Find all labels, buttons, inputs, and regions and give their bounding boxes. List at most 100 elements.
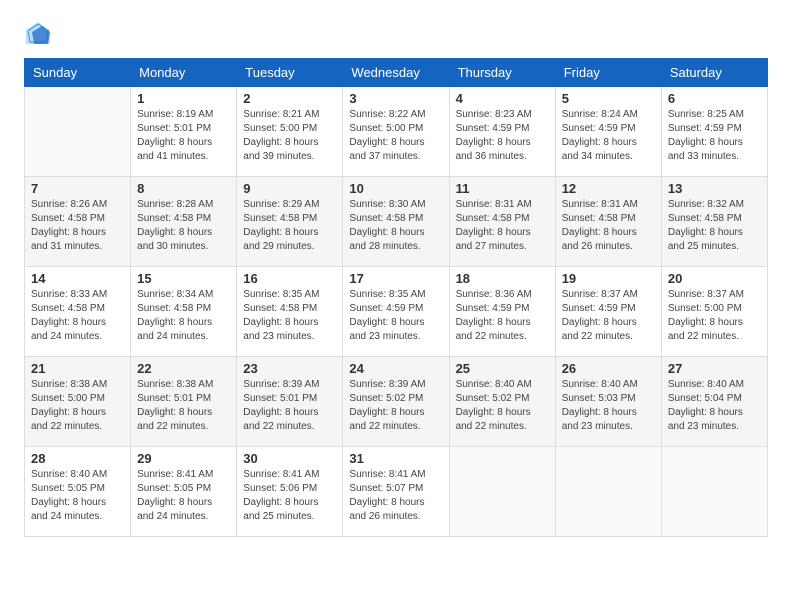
day-info: Sunrise: 8:37 AMSunset: 5:00 PMDaylight:… <box>668 288 761 344</box>
day-number: 11 <box>456 181 549 196</box>
calendar-week-row: 7Sunrise: 8:26 AMSunset: 4:58 PMDaylight… <box>25 177 768 267</box>
day-number: 19 <box>562 271 655 286</box>
day-info: Sunrise: 8:26 AMSunset: 4:58 PMDaylight:… <box>31 198 124 254</box>
day-number: 21 <box>31 361 124 376</box>
calendar-table: SundayMondayTuesdayWednesdayThursdayFrid… <box>24 58 768 537</box>
calendar-cell: 4 Sunrise: 8:23 AMSunset: 4:59 PMDaylight… <box>449 87 555 177</box>
day-number: 15 <box>137 271 230 286</box>
calendar-cell: 9 Sunrise: 8:29 AMSunset: 4:58 PMDaylight… <box>237 177 343 267</box>
day-number: 28 <box>31 451 124 466</box>
day-number: 9 <box>243 181 336 196</box>
calendar-cell <box>661 447 767 537</box>
header <box>24 20 768 48</box>
day-number: 20 <box>668 271 761 286</box>
calendar-header-row: SundayMondayTuesdayWednesdayThursdayFrid… <box>25 59 768 87</box>
calendar-week-row: 21 Sunrise: 8:38 AMSunset: 5:00 PMDayligh… <box>25 357 768 447</box>
calendar-cell <box>555 447 661 537</box>
calendar-col-sunday: Sunday <box>25 59 131 87</box>
day-number: 4 <box>456 91 549 106</box>
day-number: 18 <box>456 271 549 286</box>
calendar-cell: 31 Sunrise: 8:41 AMSunset: 5:07 PMDayligh… <box>343 447 449 537</box>
day-info: Sunrise: 8:24 AMSunset: 4:59 PMDaylight:… <box>562 108 655 164</box>
logo <box>24 20 56 48</box>
day-info: Sunrise: 8:34 AMSunset: 4:58 PMDaylight:… <box>137 288 230 344</box>
day-info: Sunrise: 8:40 AMSunset: 5:04 PMDaylight:… <box>668 378 761 434</box>
day-info: Sunrise: 8:23 AMSunset: 4:59 PMDaylight:… <box>456 108 549 164</box>
calendar-week-row: 28 Sunrise: 8:40 AMSunset: 5:05 PMDayligh… <box>25 447 768 537</box>
calendar-cell: 17 Sunrise: 8:35 AMSunset: 4:59 PMDayligh… <box>343 267 449 357</box>
calendar-col-friday: Friday <box>555 59 661 87</box>
day-info: Sunrise: 8:22 AMSunset: 5:00 PMDaylight:… <box>349 108 442 164</box>
calendar-cell: 29 Sunrise: 8:41 AMSunset: 5:05 PMDayligh… <box>131 447 237 537</box>
calendar-cell: 14 Sunrise: 8:33 AMSunset: 4:58 PMDayligh… <box>25 267 131 357</box>
day-info: Sunrise: 8:35 AMSunset: 4:59 PMDaylight:… <box>349 288 442 344</box>
day-info: Sunrise: 8:33 AMSunset: 4:58 PMDaylight:… <box>31 288 124 344</box>
logo-icon <box>24 20 52 48</box>
calendar-cell <box>25 87 131 177</box>
day-number: 14 <box>31 271 124 286</box>
day-info: Sunrise: 8:29 AMSunset: 4:58 PMDaylight:… <box>243 198 336 254</box>
calendar-cell: 22 Sunrise: 8:38 AMSunset: 5:01 PMDayligh… <box>131 357 237 447</box>
calendar-cell: 27 Sunrise: 8:40 AMSunset: 5:04 PMDayligh… <box>661 357 767 447</box>
day-number: 31 <box>349 451 442 466</box>
day-info: Sunrise: 8:40 AMSunset: 5:05 PMDaylight:… <box>31 468 124 524</box>
day-info: Sunrise: 8:36 AMSunset: 4:59 PMDaylight:… <box>456 288 549 344</box>
day-number: 10 <box>349 181 442 196</box>
calendar-col-thursday: Thursday <box>449 59 555 87</box>
day-info: Sunrise: 8:35 AMSunset: 4:58 PMDaylight:… <box>243 288 336 344</box>
day-number: 3 <box>349 91 442 106</box>
day-number: 25 <box>456 361 549 376</box>
day-info: Sunrise: 8:30 AMSunset: 4:58 PMDaylight:… <box>349 198 442 254</box>
day-info: Sunrise: 8:40 AMSunset: 5:02 PMDaylight:… <box>456 378 549 434</box>
calendar-cell: 12Sunrise: 8:31 AMSunset: 4:58 PMDayligh… <box>555 177 661 267</box>
day-number: 16 <box>243 271 336 286</box>
day-number: 17 <box>349 271 442 286</box>
day-number: 1 <box>137 91 230 106</box>
calendar-cell <box>449 447 555 537</box>
day-info: Sunrise: 8:39 AMSunset: 5:02 PMDaylight:… <box>349 378 442 434</box>
day-number: 22 <box>137 361 230 376</box>
day-info: Sunrise: 8:39 AMSunset: 5:01 PMDaylight:… <box>243 378 336 434</box>
calendar-cell: 28 Sunrise: 8:40 AMSunset: 5:05 PMDayligh… <box>25 447 131 537</box>
calendar-cell: 1 Sunrise: 8:19 AMSunset: 5:01 PMDaylight… <box>131 87 237 177</box>
calendar-cell: 21 Sunrise: 8:38 AMSunset: 5:00 PMDayligh… <box>25 357 131 447</box>
calendar-cell: 7Sunrise: 8:26 AMSunset: 4:58 PMDaylight… <box>25 177 131 267</box>
calendar-cell: 23 Sunrise: 8:39 AMSunset: 5:01 PMDayligh… <box>237 357 343 447</box>
day-number: 29 <box>137 451 230 466</box>
calendar-cell: 13Sunrise: 8:32 AMSunset: 4:58 PMDayligh… <box>661 177 767 267</box>
day-number: 27 <box>668 361 761 376</box>
calendar-cell: 2Sunrise: 8:21 AMSunset: 5:00 PMDaylight… <box>237 87 343 177</box>
day-info: Sunrise: 8:31 AMSunset: 4:58 PMDaylight:… <box>456 198 549 254</box>
day-info: Sunrise: 8:38 AMSunset: 5:00 PMDaylight:… <box>31 378 124 434</box>
day-info: Sunrise: 8:19 AMSunset: 5:01 PMDaylight:… <box>137 108 230 164</box>
calendar-col-tuesday: Tuesday <box>237 59 343 87</box>
calendar-cell: 25 Sunrise: 8:40 AMSunset: 5:02 PMDayligh… <box>449 357 555 447</box>
day-number: 30 <box>243 451 336 466</box>
day-info: Sunrise: 8:38 AMSunset: 5:01 PMDaylight:… <box>137 378 230 434</box>
day-number: 6 <box>668 91 761 106</box>
day-number: 5 <box>562 91 655 106</box>
day-info: Sunrise: 8:31 AMSunset: 4:58 PMDaylight:… <box>562 198 655 254</box>
day-info: Sunrise: 8:25 AMSunset: 4:59 PMDaylight:… <box>668 108 761 164</box>
calendar-cell: 8Sunrise: 8:28 AMSunset: 4:58 PMDaylight… <box>131 177 237 267</box>
day-number: 13 <box>668 181 761 196</box>
day-info: Sunrise: 8:41 AMSunset: 5:05 PMDaylight:… <box>137 468 230 524</box>
day-info: Sunrise: 8:37 AMSunset: 4:59 PMDaylight:… <box>562 288 655 344</box>
calendar-col-wednesday: Wednesday <box>343 59 449 87</box>
calendar-col-saturday: Saturday <box>661 59 767 87</box>
calendar-cell: 18 Sunrise: 8:36 AMSunset: 4:59 PMDayligh… <box>449 267 555 357</box>
calendar-cell: 11 Sunrise: 8:31 AMSunset: 4:58 PMDayligh… <box>449 177 555 267</box>
day-info: Sunrise: 8:21 AMSunset: 5:00 PMDaylight:… <box>243 108 336 164</box>
day-number: 23 <box>243 361 336 376</box>
calendar-cell: 6 Sunrise: 8:25 AMSunset: 4:59 PMDaylight… <box>661 87 767 177</box>
calendar-week-row: 14 Sunrise: 8:33 AMSunset: 4:58 PMDayligh… <box>25 267 768 357</box>
calendar-cell: 30 Sunrise: 8:41 AMSunset: 5:06 PMDayligh… <box>237 447 343 537</box>
day-info: Sunrise: 8:41 AMSunset: 5:07 PMDaylight:… <box>349 468 442 524</box>
day-number: 8 <box>137 181 230 196</box>
calendar-cell: 10 Sunrise: 8:30 AMSunset: 4:58 PMDayligh… <box>343 177 449 267</box>
calendar-cell: 20 Sunrise: 8:37 AMSunset: 5:00 PMDayligh… <box>661 267 767 357</box>
calendar-cell: 19 Sunrise: 8:37 AMSunset: 4:59 PMDayligh… <box>555 267 661 357</box>
calendar-cell: 3 Sunrise: 8:22 AMSunset: 5:00 PMDaylight… <box>343 87 449 177</box>
calendar-cell: 15 Sunrise: 8:34 AMSunset: 4:58 PMDayligh… <box>131 267 237 357</box>
day-info: Sunrise: 8:41 AMSunset: 5:06 PMDaylight:… <box>243 468 336 524</box>
